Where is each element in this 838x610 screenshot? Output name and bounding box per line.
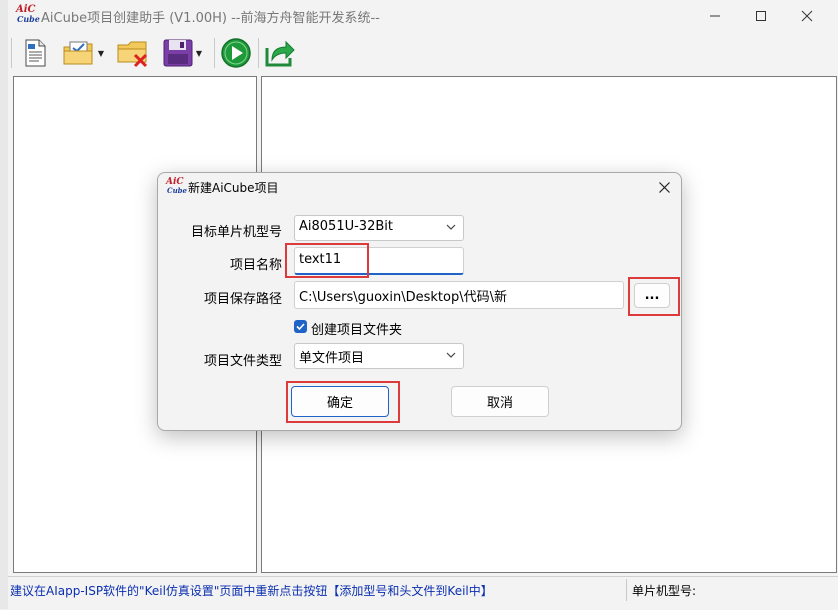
open-project-button[interactable]: ▼ — [58, 36, 108, 70]
project-type-value: 单文件项目 — [299, 351, 365, 366]
status-separator — [626, 579, 627, 601]
export-icon — [265, 40, 295, 67]
chevron-down-icon — [446, 224, 456, 230]
toolbar: ▼ ▼ — [8, 32, 838, 74]
chevron-down-icon — [446, 352, 456, 358]
project-name-label: 项目名称 — [229, 258, 282, 273]
project-path-input[interactable]: C:\Users\guoxin\Desktop\代码\新 — [294, 281, 624, 309]
toolbar-grip — [11, 38, 12, 68]
toolbar-separator — [214, 38, 215, 68]
dialog-title: 新建AiCube项目 — [188, 181, 279, 195]
status-mcu-model: 单片机型号: — [632, 584, 697, 598]
toolbar-separator — [258, 38, 259, 68]
mcu-model-label: 目标单片机型号 — [190, 225, 282, 240]
maximize-button[interactable] — [738, 0, 784, 32]
title-bar: AiC Cube AiCube项目创建助手 (V1.00H) --前海方舟智能开… — [8, 0, 838, 32]
run-icon — [221, 38, 251, 68]
status-message: 建议在AIapp-ISP软件的"Keil仿真设置"页面中重新点击按钮【添加型号和… — [10, 584, 493, 598]
cancel-button[interactable]: 取消 — [451, 386, 549, 417]
minimize-icon — [710, 15, 720, 17]
aicube-logo-icon: AiC Cube — [166, 177, 188, 195]
mcu-model-value: Ai8051U-32Bit — [299, 219, 393, 234]
delete-folder-icon — [117, 41, 148, 68]
run-button[interactable] — [219, 36, 253, 70]
new-project-dialog: AiC Cube 新建AiCube项目 目标单片机型号 Ai8051U-32Bi… — [157, 172, 682, 431]
close-button[interactable] — [784, 0, 830, 32]
chevron-down-icon: ▼ — [195, 48, 203, 58]
background-window-strip — [0, 0, 8, 609]
close-project-button[interactable] — [115, 36, 151, 70]
project-type-select[interactable]: 单文件项目 — [294, 343, 464, 369]
project-name-highlight — [285, 243, 369, 278]
close-icon — [658, 181, 670, 193]
dialog-close-button[interactable] — [652, 176, 676, 198]
project-path-label: 项目保存路径 — [203, 292, 282, 307]
project-type-label: 项目文件类型 — [203, 354, 282, 369]
create-folder-checkbox[interactable] — [294, 320, 307, 333]
mcu-model-select[interactable]: Ai8051U-32Bit — [294, 215, 464, 241]
checkmark-icon — [296, 323, 305, 331]
create-folder-label[interactable]: 创建项目文件夹 — [311, 319, 402, 338]
window-title: AiCube项目创建助手 (V1.00H) --前海方舟智能开发系统-- — [41, 11, 380, 26]
project-path-value: C:\Users\guoxin\Desktop\代码\新 — [299, 290, 507, 305]
new-project-button[interactable] — [20, 36, 50, 70]
export-button[interactable] — [263, 36, 297, 70]
chevron-down-icon: ▼ — [97, 48, 105, 58]
status-bar: 建议在AIapp-ISP软件的"Keil仿真设置"页面中重新点击按钮【添加型号和… — [8, 576, 838, 610]
aicube-logo-icon: AiC Cube — [16, 4, 40, 24]
save-icon — [163, 39, 193, 67]
open-folder-icon — [63, 41, 93, 65]
close-icon — [801, 10, 813, 22]
ok-highlight — [286, 381, 400, 423]
minimize-button[interactable] — [692, 0, 738, 32]
new-file-icon — [25, 39, 46, 67]
save-button[interactable]: ▼ — [156, 36, 208, 70]
browse-highlight — [628, 277, 680, 316]
maximize-icon — [756, 11, 766, 21]
